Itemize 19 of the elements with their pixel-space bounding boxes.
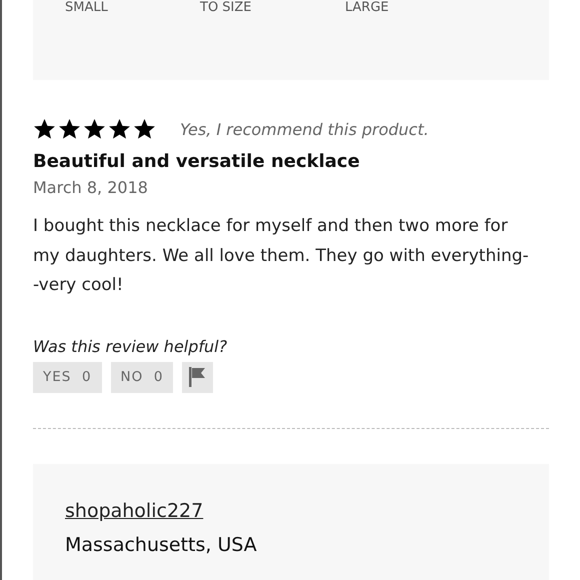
star-icon [108, 118, 131, 140]
flag-icon [188, 366, 208, 388]
recommend-text: Yes, I recommend this product. [180, 120, 429, 138]
review-text: I bought this necklace for myself and then two more for my daughters. We all love them. They go with everything--very cool! [33, 215, 530, 297]
vote-button[interactable]: YES 0 [33, 362, 102, 392]
star-icon [83, 118, 106, 140]
reviewer-location: Massachusetts, USA [65, 534, 258, 556]
star-icon [33, 118, 56, 140]
review-date: March 8, 2018 [33, 178, 149, 197]
username-link[interactable]: shopaholic227 [65, 500, 204, 522]
fit-label: LARGE [345, 0, 390, 15]
report-button[interactable] [182, 362, 214, 392]
fit-label: TO SIZE [200, 0, 253, 15]
star-icon [133, 118, 156, 140]
review-title: Beautiful and versatile necklace [33, 151, 361, 172]
helpful-prompt: Was this review helpful? [33, 336, 228, 356]
star-icon [58, 118, 81, 140]
vote-button[interactable]: NO 0 [110, 362, 174, 392]
fit-label: SMALL [65, 0, 109, 15]
